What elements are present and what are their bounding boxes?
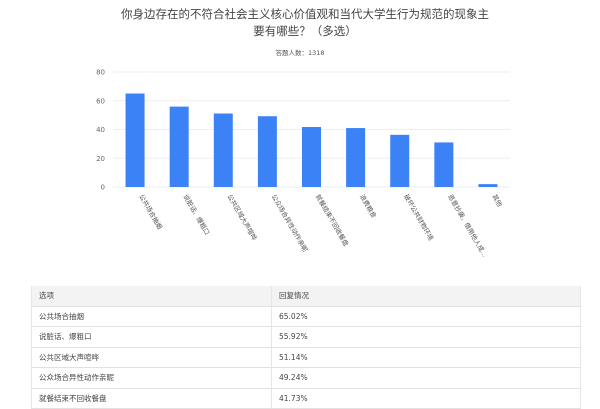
y-tick-label: 80 xyxy=(96,69,105,77)
x-tick-label: 公共区域大声喧哗 xyxy=(226,193,260,243)
bar xyxy=(213,113,233,187)
x-tick-label: 就餐结束不回收餐盘 xyxy=(314,193,351,249)
results-table: 选项 回复情况 公共场合抽烟 65.02% 说脏话、爆粗口 55.92% 公共区… xyxy=(31,286,581,409)
row-percentage: 65.02% xyxy=(271,306,581,327)
row-percentage: 51.14% xyxy=(271,347,581,368)
bar-chart: 0 20 40 60 80 公共场合抽烟 说脏话、爆粗口 公共区域大声喧哗 公众场合异性动作亲昵… xyxy=(96,69,510,259)
table-row: 公共区域大声喧哗 51.14% xyxy=(31,347,581,368)
y-tick-label: 20 xyxy=(96,155,105,163)
bar xyxy=(434,142,454,187)
table-row: 说脏话、爆粗口 55.92% xyxy=(31,326,581,348)
x-tick-label: 公众场合异性动作亲昵 xyxy=(270,193,311,254)
table-row: 就餐结束不回收餐盘 41.73% xyxy=(31,388,581,409)
bar xyxy=(257,116,277,187)
header-option: 选项 xyxy=(31,286,272,307)
row-option: 公众场合异性动作亲昵 xyxy=(31,367,272,389)
row-option: 说脏话、爆粗口 xyxy=(31,326,272,348)
x-tick-label: 破坏公共财物环境 xyxy=(402,193,436,243)
y-tick-label: 60 xyxy=(96,97,105,105)
bar xyxy=(390,134,410,187)
x-tick-label: 恶意抄袭、借用他人成... xyxy=(446,193,489,259)
x-tick-label: 说脏话、爆粗口 xyxy=(181,193,212,237)
bar xyxy=(302,127,321,187)
bar xyxy=(169,106,189,187)
x-tick-label: 公共场合抽烟 xyxy=(137,193,165,232)
table-header-row: 选项 回复情况 xyxy=(31,286,581,307)
y-tick-label: 40 xyxy=(96,126,105,134)
row-percentage: 41.73% xyxy=(271,388,581,409)
bar xyxy=(125,93,145,187)
x-tick-label: 浪费粮食 xyxy=(358,193,379,220)
row-percentage: 49.24% xyxy=(271,367,581,389)
x-tick-label: 其他 xyxy=(490,193,505,209)
bar xyxy=(346,128,366,187)
row-option: 公共场合抽烟 xyxy=(31,306,272,327)
y-tick-label: 0 xyxy=(101,184,105,192)
row-option: 就餐结束不回收餐盘 xyxy=(31,388,272,409)
table-row: 公众场合异性动作亲昵 49.24% xyxy=(31,367,581,389)
table-row: 公共场合抽烟 65.02% xyxy=(31,306,581,327)
bar xyxy=(478,184,498,187)
row-option: 公共区域大声喧哗 xyxy=(31,347,272,368)
row-percentage: 55.92% xyxy=(271,326,581,348)
header-response: 回复情况 xyxy=(271,286,581,307)
